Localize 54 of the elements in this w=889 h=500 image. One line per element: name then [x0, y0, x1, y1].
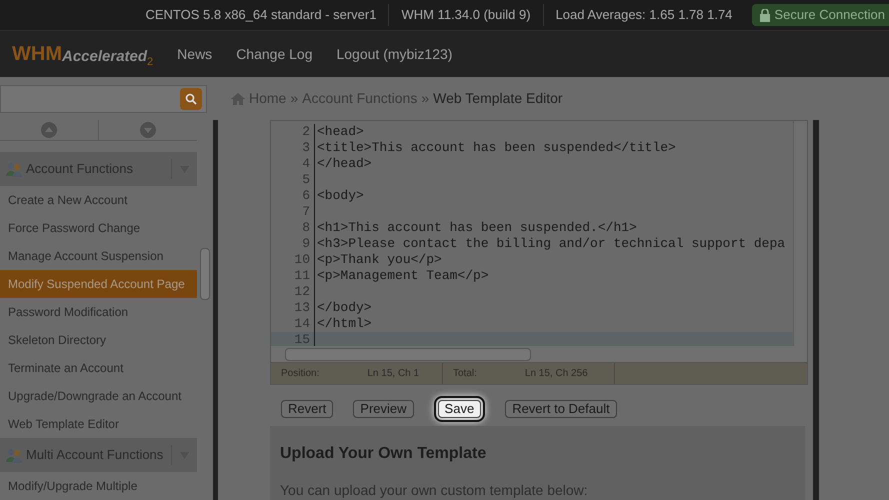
action-button[interactable]: Preview	[353, 400, 414, 418]
code-line: </head>	[316, 156, 372, 172]
load-averages: Load Averages: 1.65 1.78 1.74	[554, 6, 734, 24]
line-number: 7	[271, 204, 315, 220]
action-button[interactable]: Revert	[281, 400, 334, 418]
breadcrumb-link[interactable]: Web Template Editor	[433, 88, 563, 109]
line-number: 6	[271, 188, 315, 204]
breadcrumb-separator: »	[421, 89, 430, 108]
sidebar-item[interactable]: Terminate an Account	[0, 354, 197, 382]
lock-icon	[760, 8, 770, 22]
code-line: <title>This account has been suspended</title>	[316, 140, 676, 156]
breadcrumb-separator: »	[290, 89, 298, 108]
sidebar-item[interactable]: Modify Suspended Account Page	[0, 270, 197, 298]
action-button[interactable]: Revert to Default	[505, 400, 617, 418]
horizontal-scrollbar[interactable]	[271, 346, 807, 362]
sidebar-item[interactable]: Skeleton Directory	[0, 326, 197, 354]
secure-connection-badge: Secure Connection	[752, 4, 889, 26]
line-number: 4	[271, 156, 315, 172]
nav-link[interactable]: Change Log	[236, 44, 312, 64]
line-number: 13	[271, 300, 315, 316]
upload-title: Upload Your Own Template	[280, 444, 488, 464]
sidebar-item[interactable]: Password Modification	[0, 298, 197, 326]
nav-link[interactable]: Logout (mybiz123)	[336, 44, 452, 64]
code-line: <h3>Please contact the billing and/or technical support depa	[316, 236, 786, 252]
code-line: <body>	[316, 188, 364, 204]
users-icon	[6, 161, 22, 177]
code-line: <head>	[316, 124, 364, 140]
line-number: 2	[271, 124, 315, 140]
line-number: 9	[271, 236, 315, 252]
sidebar-item[interactable]: Modify/Upgrade Multiple	[0, 472, 197, 500]
sidebar-item[interactable]: Create a New Account	[0, 186, 197, 214]
home-icon	[231, 92, 245, 104]
code-line: <p>Thank you</p>	[316, 252, 442, 268]
sidebar-item[interactable]: Force Password Change	[0, 214, 197, 242]
line-number: 8	[271, 220, 315, 236]
vertical-scrollbar[interactable]	[793, 121, 807, 346]
sidebar-item[interactable]: Upgrade/Downgrade an Account	[0, 382, 197, 410]
code-line: </body>	[316, 300, 372, 316]
search-field[interactable]	[0, 84, 207, 112]
code-line: <p>Management Team</p>	[316, 268, 489, 284]
users-icon	[6, 447, 22, 463]
sidebar-item[interactable]: Manage Account Suspension	[0, 242, 197, 270]
code-line: </html>	[316, 316, 372, 332]
line-number: 12	[271, 284, 315, 300]
search-button[interactable]	[180, 88, 202, 110]
nav-link[interactable]: News	[177, 44, 212, 64]
line-number: 10	[271, 252, 315, 268]
code-line: <h1>This account has been suspended.</h1>	[316, 220, 637, 236]
server-info: CENTOS 5.8 x86_64 standard - server1	[144, 6, 378, 24]
version-info: WHM 11.34.0 (build 9)	[400, 6, 532, 24]
line-number: 3	[271, 140, 315, 156]
line-number: 5	[271, 172, 315, 188]
search-icon	[185, 92, 197, 104]
sidebar-item[interactable]: Web Template Editor	[0, 410, 197, 438]
